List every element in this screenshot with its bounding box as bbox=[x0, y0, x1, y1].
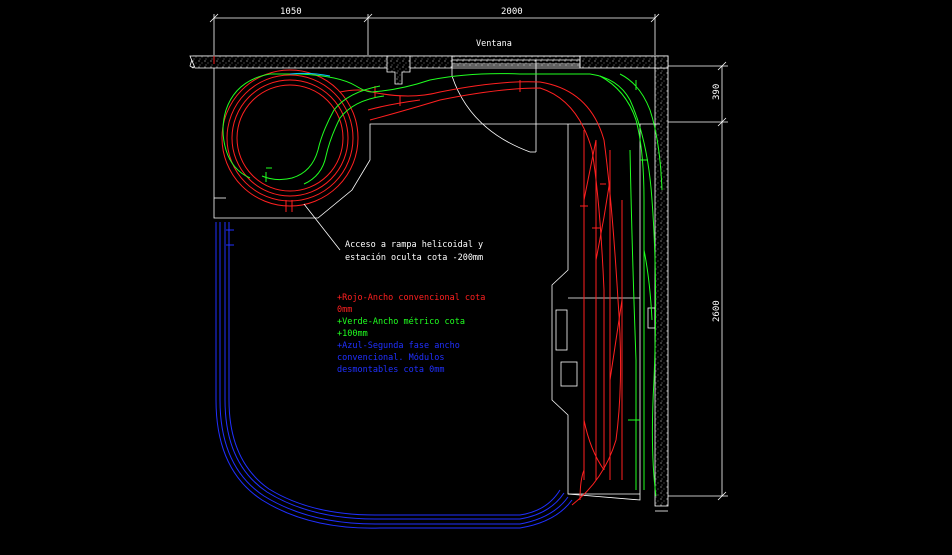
blue-track bbox=[215, 222, 573, 529]
dim-top-height: 390 bbox=[712, 84, 722, 100]
station-building-2 bbox=[560, 361, 578, 387]
dim-side-height: 2600 bbox=[712, 300, 722, 322]
board-outlines bbox=[213, 68, 660, 501]
legend-line: +Azul-Segunda fase ancho bbox=[337, 341, 460, 351]
window-label: Ventana bbox=[476, 39, 512, 49]
legend-line: +Rojo-Ancho convencional cota bbox=[337, 293, 485, 303]
dim-right-width: 2000 bbox=[501, 7, 523, 17]
station-building-1 bbox=[555, 309, 568, 351]
helix-note-line-2: estación oculta cota -200mm bbox=[345, 252, 483, 263]
legend-line: 0mm bbox=[337, 305, 352, 315]
legend-line: desmontables cota 0mm bbox=[337, 365, 444, 375]
right-wall-top-corner bbox=[654, 55, 669, 69]
helix-note-leader bbox=[303, 203, 341, 251]
track-plan-drawing: 1050 2000 390 2600 Ventana Acceso a ramp… bbox=[189, 7, 728, 529]
legend: +Rojo-Ancho convencional cota 0mm+Verde-A… bbox=[337, 293, 485, 375]
right-wall bbox=[654, 67, 669, 507]
legend-line: +Verde-Ancho métrico cota bbox=[337, 316, 465, 327]
dim-left-width: 1050 bbox=[280, 7, 302, 17]
red-track bbox=[213, 56, 623, 506]
window bbox=[451, 55, 581, 153]
legend-line: convencional. Módulos bbox=[337, 352, 444, 363]
pillar bbox=[386, 55, 411, 85]
legend-line: +100mm bbox=[337, 329, 368, 339]
helix-note-line-1: Acceso a rampa helicoidal y bbox=[345, 240, 483, 250]
top-wall-body bbox=[189, 55, 453, 69]
